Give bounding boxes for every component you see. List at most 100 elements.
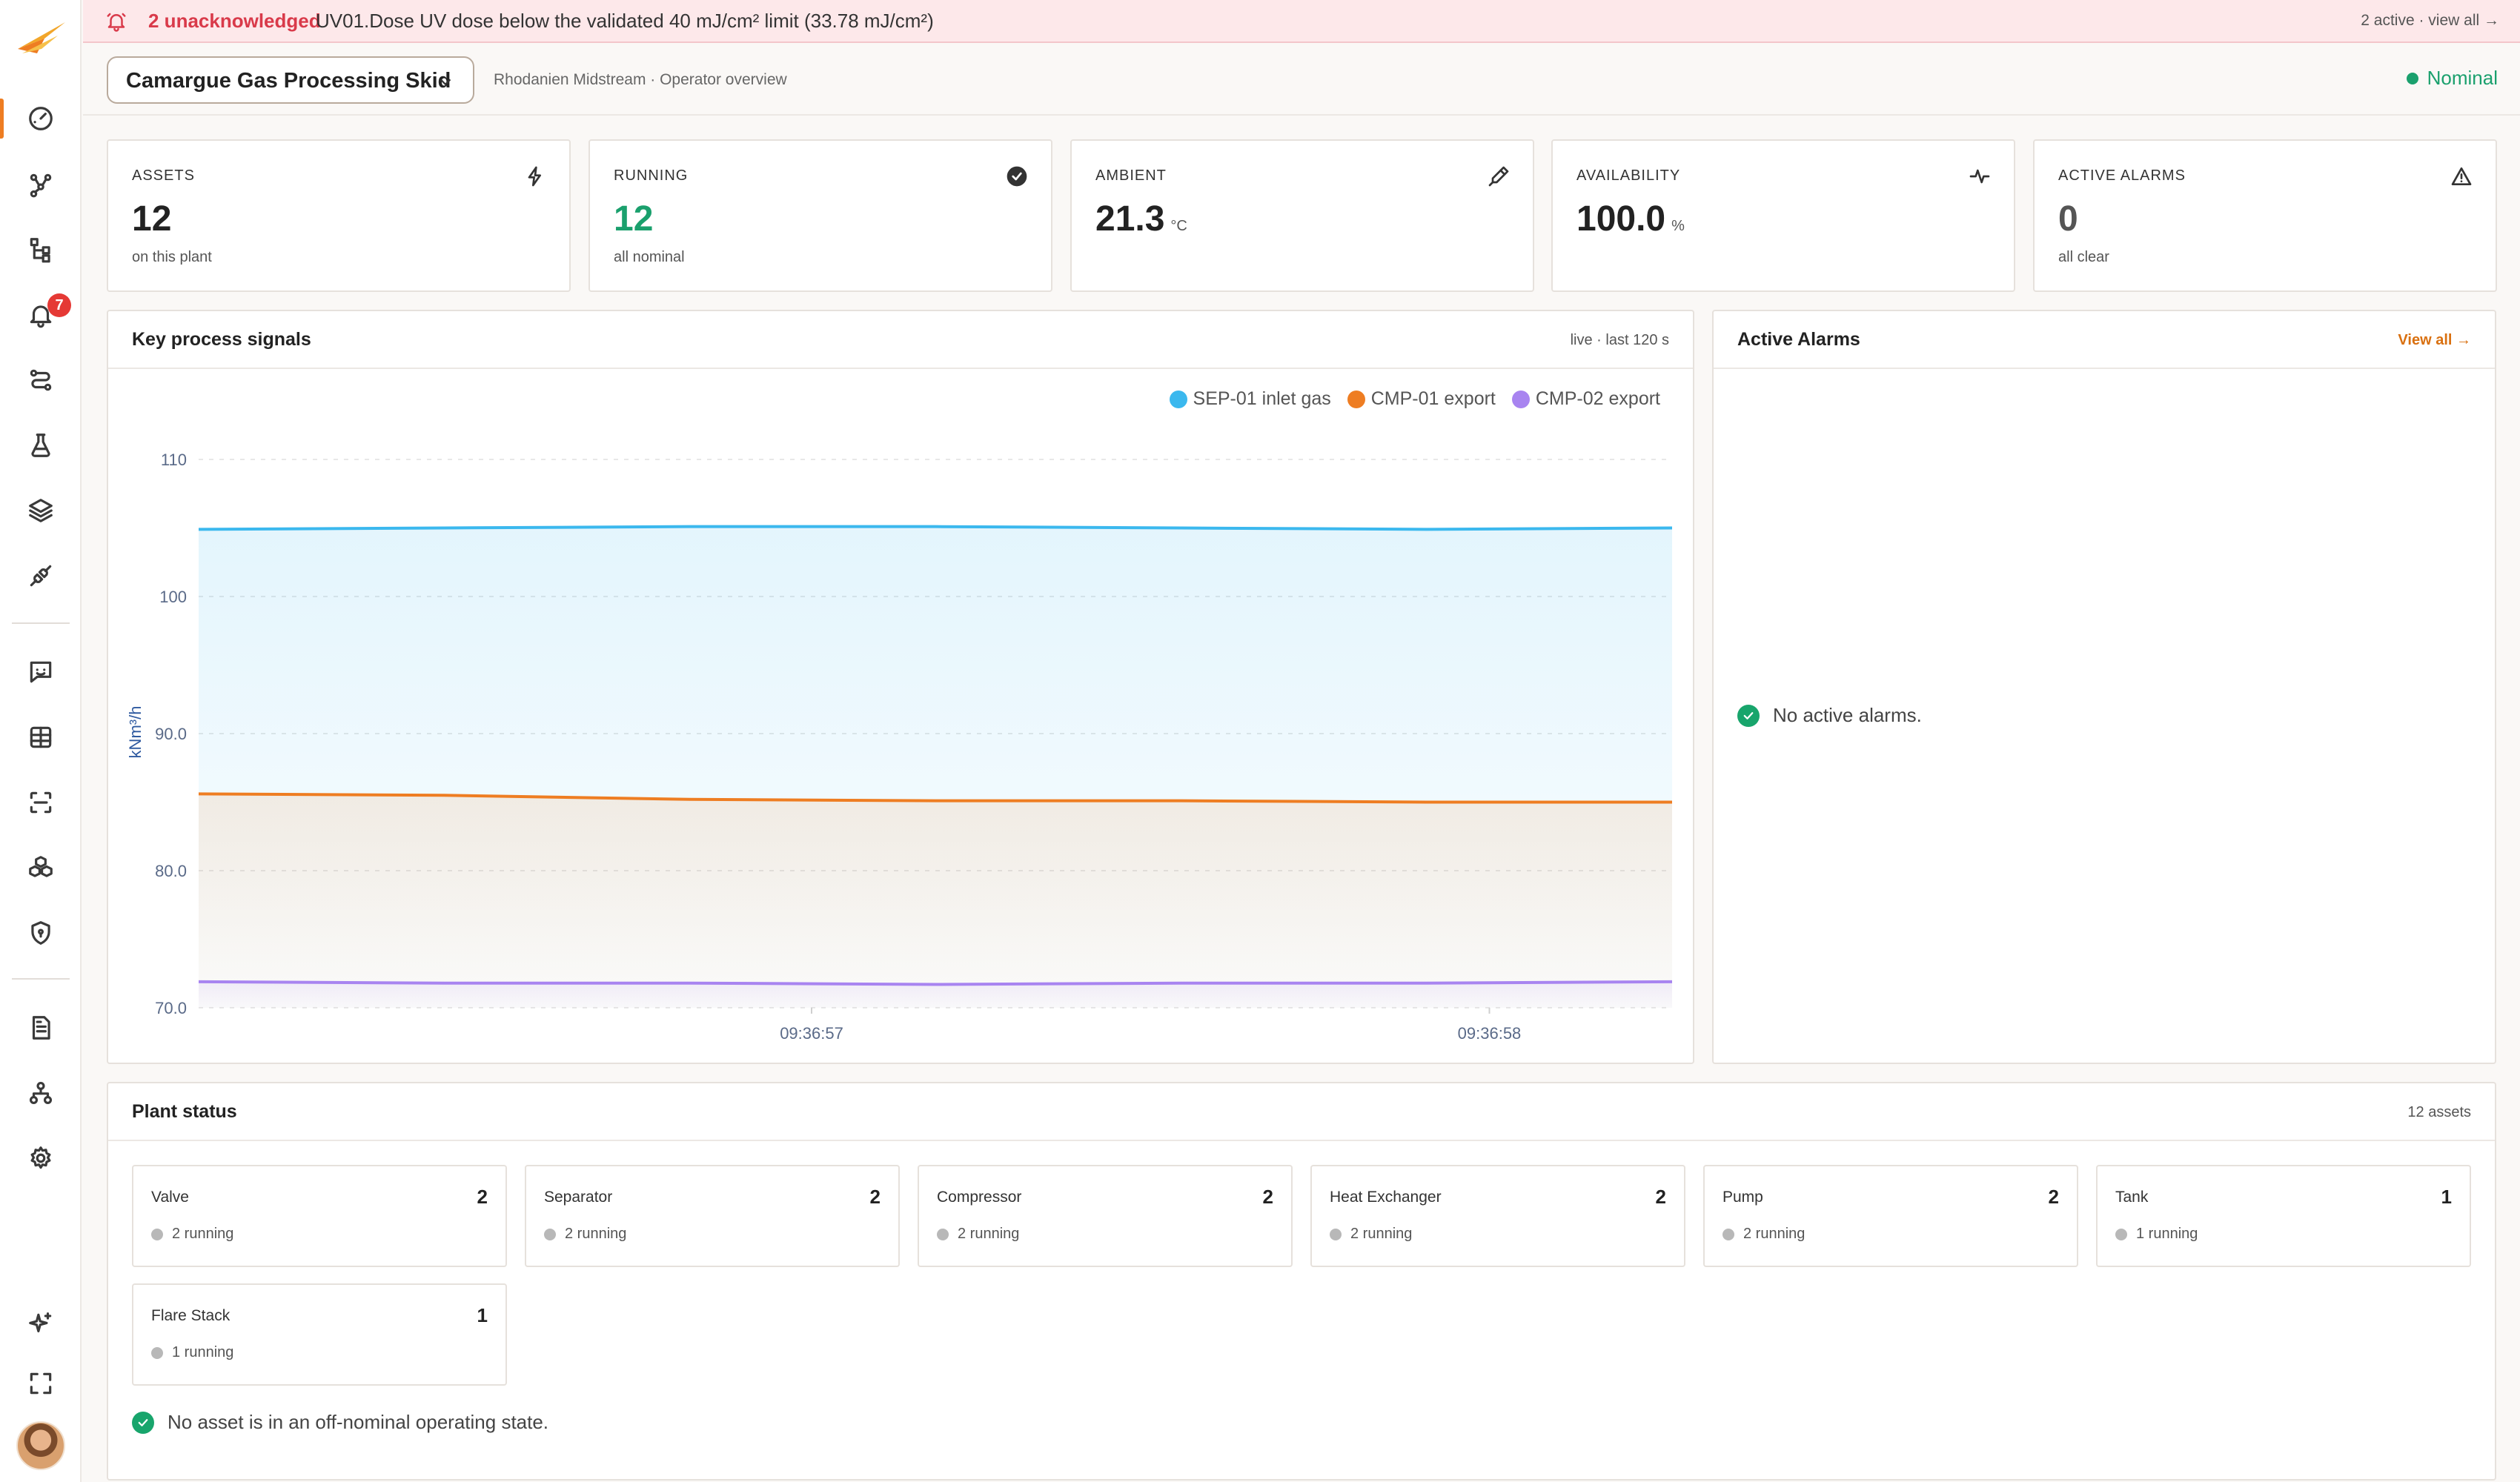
dashboard-icon [29, 107, 53, 130]
asset-type-name: Flare Stack [151, 1307, 231, 1324]
signals-panel: Key process signals live · last 120 s SE… [107, 310, 1694, 1064]
asset-running-status: 2 running [1330, 1226, 1412, 1243]
brand-logo[interactable] [15, 16, 68, 61]
nav-network[interactable] [0, 159, 82, 210]
kpi-value: 12 [614, 199, 653, 239]
no-alarms-message: No active alarms. [1737, 704, 1922, 727]
kpi-value: 100.0% [1576, 199, 1685, 239]
nav-security[interactable] [0, 907, 82, 959]
nav-assistant[interactable] [0, 1298, 82, 1350]
nav-integrations[interactable] [0, 550, 82, 602]
x-tick-label: 09:36:58 [1458, 1024, 1522, 1043]
y-axis-label: kNm³/h [126, 706, 145, 759]
nav-separator [12, 622, 70, 624]
kpi-running[interactable]: RUNNING 12 all nominal [588, 139, 1052, 292]
nav-scan[interactable] [0, 777, 82, 828]
kpi-number: 100.0 [1576, 199, 1666, 239]
status-dot [544, 1228, 556, 1240]
panel-header: Active Alarms View all → [1714, 311, 2495, 369]
asset-count-label: 12 assets [2407, 1104, 2471, 1120]
kpi-label: AMBIENT [1095, 167, 1167, 184]
signals-chart: 110 100 90.0 80.0 70.0 kNm³/h 09:36:57 09:36:58 [126, 451, 1673, 1043]
alarm-count-badge: 7 [47, 293, 71, 317]
check-circle-icon [1737, 704, 1760, 727]
x-tick-label: 09:36:57 [780, 1024, 843, 1043]
nav-models[interactable] [0, 842, 82, 894]
asset-running-status: 1 running [151, 1344, 233, 1361]
series-area [199, 794, 1672, 1008]
check-circle-icon [132, 1411, 154, 1434]
nav-routes[interactable] [0, 354, 82, 406]
network-icon [30, 173, 52, 198]
nav-organization[interactable] [0, 1067, 82, 1119]
asset-type-tile[interactable]: Pump 2 2 running [1703, 1165, 2078, 1267]
kpi-sub: all clear [2058, 249, 2109, 265]
kpi-label: RUNNING [614, 167, 689, 184]
nav-fullscreen[interactable] [0, 1358, 82, 1409]
kpi-unit: °C [1170, 218, 1187, 234]
kpi-ambient[interactable]: AMBIENT 21.3 °C [1070, 139, 1534, 292]
status-label: Nominal [2427, 67, 2498, 89]
asset-type-tile[interactable]: Tank 1 1 running [2096, 1165, 2471, 1267]
asset-type-tile[interactable]: Flare Stack 1 1 running [132, 1283, 507, 1386]
asset-type-count: 2 [477, 1186, 488, 1208]
nav-lab[interactable] [0, 419, 82, 471]
cubes-icon [29, 856, 53, 877]
plant-selector[interactable]: Camargue Gas Processing Skid [107, 56, 474, 104]
user-avatar[interactable] [16, 1421, 65, 1470]
y-tick-label: 100 [159, 588, 187, 606]
plug-icon [30, 565, 52, 587]
asset-type-tile[interactable]: Valve 2 2 running [132, 1165, 507, 1267]
asset-type-count: 2 [2048, 1186, 2059, 1208]
plant-name: Camargue Gas Processing Skid [126, 69, 451, 93]
panel-title: Active Alarms [1737, 329, 1860, 350]
asset-type-count: 1 [2441, 1186, 2452, 1208]
route-icon [30, 369, 52, 391]
nav-table[interactable] [0, 711, 82, 763]
asset-type-name: Tank [2115, 1189, 2149, 1206]
nav-hierarchy[interactable] [0, 224, 82, 276]
sparkle-icon [29, 1312, 52, 1333]
asset-type-tile[interactable]: Compressor 2 2 running [918, 1165, 1293, 1267]
kpi-label: ACTIVE ALARMS [2058, 167, 2186, 184]
panel-header: Plant status 12 assets [108, 1083, 2495, 1141]
view-all-alarms-link[interactable]: 2 active · view all → [2361, 12, 2499, 30]
nav-chat[interactable] [0, 646, 82, 698]
kpi-number: 0 [2058, 199, 2078, 239]
plant-ok-text: No asset is in an off-nominal operating … [168, 1411, 549, 1433]
kpi-number: 12 [614, 199, 654, 239]
asset-type-name: Separator [544, 1189, 613, 1206]
kpi-sub: on this plant [132, 249, 212, 265]
nav-layers[interactable] [0, 485, 82, 536]
kpi-number: 12 [132, 199, 172, 239]
asset-type-name: Pump [1722, 1189, 1763, 1206]
nav-settings[interactable] [0, 1132, 82, 1184]
panel-title: Plant status [132, 1101, 237, 1122]
asset-running-status: 2 running [544, 1226, 626, 1243]
scan-icon [30, 791, 52, 814]
kpi-active-alarms[interactable]: ACTIVE ALARMS 0 all clear [2033, 139, 2497, 292]
kpi-availability[interactable]: AVAILABILITY 100.0% [1551, 139, 2015, 292]
asset-type-tile[interactable]: Heat Exchanger 2 2 running [1310, 1165, 1685, 1267]
view-all-link[interactable]: View all → [2398, 332, 2471, 349]
plant-subtitle: Rhodanien Midstream · Operator overview [494, 71, 787, 88]
kpi-sub: all nominal [614, 249, 685, 265]
nav-reports[interactable] [0, 1002, 82, 1054]
y-tick-label: 70.0 [155, 999, 187, 1017]
hierarchy-icon [30, 238, 50, 263]
kpi-value: 12 [132, 199, 171, 239]
sidebar: 7 [0, 0, 82, 1482]
alarm-message: UV01.Dose UV dose below the validated 40… [316, 10, 934, 32]
alarm-banner[interactable]: 2 unacknowledged UV01.Dose UV dose below… [83, 0, 2520, 43]
alarm-bell-icon [107, 13, 126, 32]
nav-alarms[interactable]: 7 [0, 289, 82, 341]
y-tick-label: 80.0 [155, 862, 187, 880]
asset-type-name: Compressor [937, 1189, 1022, 1206]
asset-type-tile[interactable]: Separator 2 2 running [525, 1165, 900, 1267]
nav-dashboard[interactable] [0, 93, 82, 144]
asset-type-name: Valve [151, 1189, 189, 1206]
document-icon [32, 1016, 50, 1040]
bolt-icon [523, 165, 547, 188]
fullscreen-icon [30, 1372, 52, 1395]
kpi-assets[interactable]: ASSETS 12 on this plant [107, 139, 571, 292]
